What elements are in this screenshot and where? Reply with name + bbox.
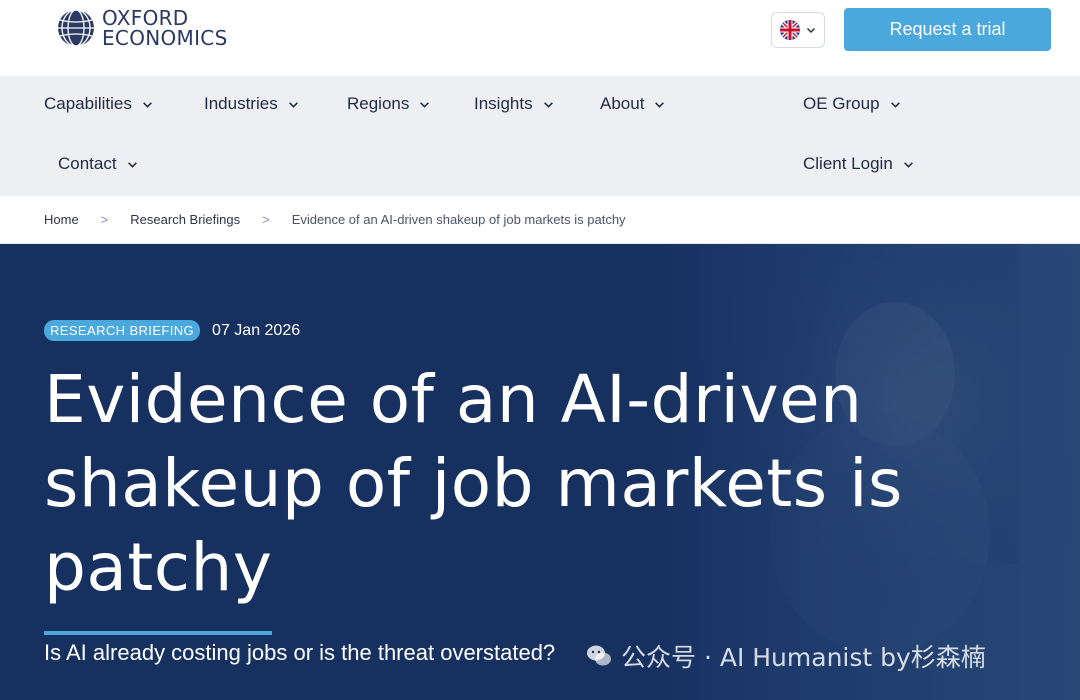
article-subtitle: Is AI already costing jobs or is the thr… — [44, 640, 556, 665]
nav-item-contact[interactable]: Contact — [58, 154, 138, 174]
nav-item-label: OE Group — [803, 94, 880, 113]
logo-wordmark: OXFORD ECONOMICS — [102, 8, 228, 48]
nav-item-capabilities[interactable]: Capabilities — [44, 94, 153, 114]
top-bar: OXFORD ECONOMICS Request a trial — [0, 0, 1080, 76]
nav-item-label: Insights — [474, 94, 533, 113]
title-accent-rule — [44, 631, 272, 635]
main-navigation: Capabilities Industries Regions Insights… — [0, 76, 1080, 196]
chevron-down-icon — [420, 101, 430, 108]
logo-line-2: ECONOMICS — [102, 26, 228, 50]
breadcrumb-separator: > — [262, 212, 270, 227]
nav-item-about[interactable]: About — [600, 94, 665, 114]
wechat-watermark: 公众号 · AI Humanist by杉森楠 — [585, 638, 986, 674]
page-title: Evidence of an AI-driven shakeup of job … — [44, 361, 903, 606]
chevron-down-icon — [127, 161, 137, 168]
nav-item-oe-group[interactable]: OE Group — [803, 94, 901, 114]
globe-logo-icon — [58, 9, 94, 47]
chevron-down-icon — [903, 161, 913, 168]
nav-item-insights[interactable]: Insights — [474, 94, 554, 114]
publish-date: 07 Jan 2026 — [212, 321, 301, 339]
nav-item-label: About — [600, 94, 645, 113]
chevron-down-icon — [543, 101, 553, 108]
chevron-down-icon — [890, 101, 900, 108]
wechat-icon — [587, 645, 611, 666]
nav-item-regions[interactable]: Regions — [347, 94, 430, 114]
nav-item-client-login[interactable]: Client Login — [803, 154, 914, 174]
nav-item-label: Industries — [204, 94, 278, 113]
watermark-text: 公众号 · AI Humanist by杉森楠 — [621, 643, 986, 672]
nav-item-label: Capabilities — [44, 94, 132, 113]
chevron-down-icon — [655, 101, 665, 108]
breadcrumb-separator: > — [100, 212, 109, 227]
nav-item-industries[interactable]: Industries — [204, 94, 299, 114]
nav-item-label: Regions — [347, 94, 410, 113]
chevron-down-icon — [142, 101, 152, 108]
chevron-down-icon — [288, 101, 298, 108]
chevron-down-icon — [807, 28, 815, 33]
article-meta: RESEARCH BRIEFING 07 Jan 2026 — [44, 320, 300, 341]
uk-flag-icon — [780, 20, 800, 40]
language-selector[interactable] — [771, 12, 825, 48]
breadcrumb-home[interactable]: Home — [44, 212, 79, 227]
logo-line-1: OXFORD — [102, 6, 189, 30]
breadcrumb-current-page: Evidence of an AI-driven shakeup of job … — [291, 212, 626, 227]
nav-item-label: Client Login — [803, 154, 893, 173]
request-trial-button[interactable]: Request a trial — [844, 8, 1051, 51]
breadcrumb-research-briefings[interactable]: Research Briefings — [130, 212, 240, 227]
research-briefing-badge: RESEARCH BRIEFING — [44, 320, 201, 341]
article-hero: RESEARCH BRIEFING 07 Jan 2026 Evidence o… — [0, 244, 1080, 700]
nav-item-label: Contact — [58, 154, 117, 173]
breadcrumb: Home > Research Briefings > Evidence of … — [0, 196, 1080, 244]
oxford-economics-logo[interactable]: OXFORD ECONOMICS — [56, 8, 228, 48]
